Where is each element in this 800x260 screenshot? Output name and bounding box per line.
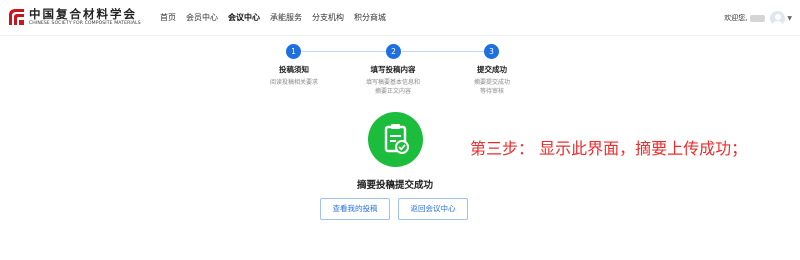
logo-english-name: CHINESE SOCIETY FOR COMPOSITE MATERIALS	[29, 21, 141, 26]
step-connector	[402, 51, 484, 52]
annotation-text: 第三步： 显示此界面，摘要上传成功；	[470, 139, 748, 158]
step-3-circle: 3	[484, 44, 499, 59]
back-to-conference-center-button[interactable]: 返回会议中心	[398, 198, 468, 220]
step-1-circle: 1	[286, 44, 301, 59]
nav-branches[interactable]: 分支机构	[312, 12, 344, 26]
main-nav: 首页 会员中心 会议中心 承能服务 分支机构 积分商城	[160, 12, 386, 26]
step-2-title: 填写投稿内容	[370, 65, 416, 74]
nav-member-center[interactable]: 会员中心	[186, 12, 218, 26]
top-header: 中国复合材料学会 CHINESE SOCIETY FOR COMPOSITE M…	[0, 0, 800, 36]
step-2-desc-line-1: 填写稿要基本信息和	[365, 79, 420, 86]
nav-points-mall[interactable]: 积分商城	[354, 12, 386, 26]
nav-services[interactable]: 承能服务	[270, 12, 302, 26]
success-message: 摘要投稿提交成功	[356, 180, 433, 191]
step-3-title: 提交成功	[477, 65, 507, 74]
step-1-desc: 阅读投稿相关要求	[269, 79, 318, 86]
username-blurred	[750, 14, 766, 22]
step-3-desc-line-2: 等待审核	[479, 88, 504, 95]
step-3-desc-line-1: 摘要提交成功	[473, 79, 510, 86]
step-1-title: 投稿须知	[279, 65, 309, 74]
step-2-desc-line-2: 摘要正文内容	[374, 88, 411, 95]
step-connector	[302, 51, 386, 52]
welcome-text: 欢迎您,	[724, 14, 748, 22]
society-logo-icon	[9, 9, 24, 25]
view-my-submissions-button[interactable]: 查看我的投稿	[320, 198, 390, 220]
step-2-circle: 2	[386, 44, 401, 59]
nav-conference-center[interactable]: 会议中心	[228, 12, 260, 26]
success-clipboard-icon	[368, 112, 423, 167]
chevron-down-icon[interactable]: ▼	[787, 15, 792, 22]
logo-chinese-name: 中国复合材料学会	[29, 7, 137, 21]
avatar[interactable]	[770, 10, 786, 26]
user-menu[interactable]: 欢迎您, ▼	[724, 8, 792, 28]
logo[interactable]: 中国复合材料学会 CHINESE SOCIETY FOR COMPOSITE M…	[7, 6, 157, 32]
nav-home[interactable]: 首页	[160, 12, 176, 26]
